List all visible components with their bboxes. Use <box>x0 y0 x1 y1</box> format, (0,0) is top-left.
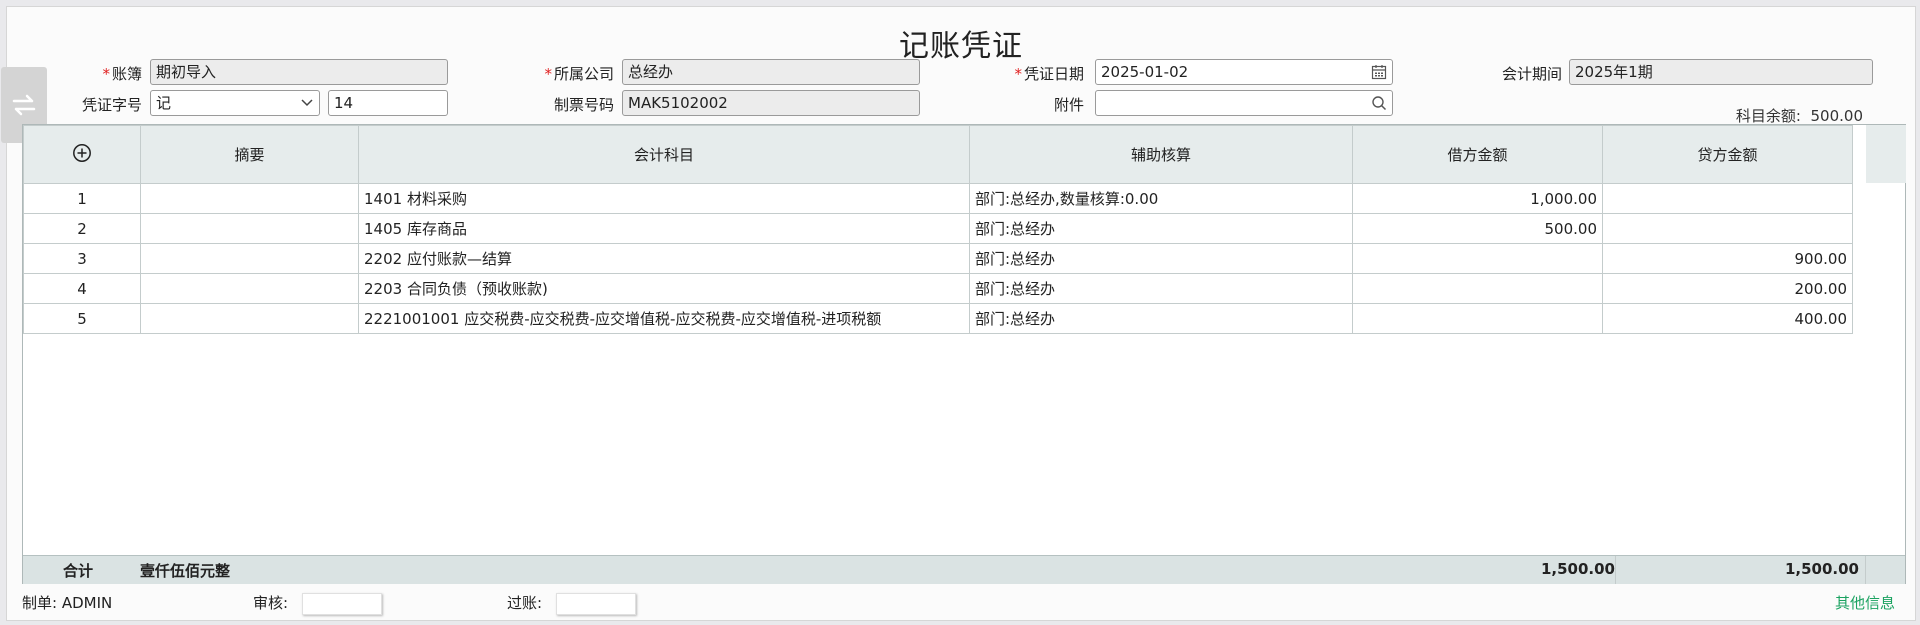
required-mark: * <box>1014 65 1022 83</box>
company-field[interactable]: 总经办 <box>622 59 920 85</box>
credit-cell[interactable] <box>1602 213 1853 244</box>
company-label: * 所属公司 <box>544 65 614 83</box>
period-field[interactable]: 2025年1期 <box>1569 59 1873 85</box>
table-row[interactable]: 2 1405 库存商品 部门:总经办 500.00 <box>23 213 1853 244</box>
balance-label: 科目余额: <box>1735 107 1801 125</box>
col-aux-header[interactable]: 辅助核算 <box>969 125 1353 184</box>
row-number: 4 <box>23 273 141 304</box>
summary-cell[interactable] <box>140 183 359 214</box>
aux-cell[interactable]: 部门:总经办 <box>969 243 1353 274</box>
attachment-field[interactable] <box>1095 90 1393 116</box>
calendar-icon[interactable] <box>1371 64 1387 80</box>
voucher-page: 记账凭证 * 账簿 期初导入 * 所属公司 总经办 * 凭证日期 2025-01-02… <box>1 6 1916 621</box>
total-label: 合计 <box>63 562 94 580</box>
debit-cell[interactable]: 1,000.00 <box>1352 183 1603 214</box>
summary-cell[interactable] <box>140 273 359 304</box>
account-cell[interactable]: 2221001001 应交税费-应交税费-应交增值税-应交税费-应交增值税-进项… <box>358 303 970 334</box>
ticket-label: 制票号码 <box>553 96 614 114</box>
debit-cell[interactable] <box>1352 303 1603 334</box>
row-number: 5 <box>23 303 141 334</box>
table-row[interactable]: 5 2221001001 应交税费-应交税费-应交增值税-应交税费-应交增值税-… <box>23 303 1853 334</box>
credit-cell[interactable] <box>1602 183 1853 214</box>
row-number: 3 <box>23 243 141 274</box>
credit-cell[interactable]: 400.00 <box>1602 303 1853 334</box>
row-number: 1 <box>23 183 141 214</box>
total-row: 合计 壹仟伍佰元整 1,500.00 1,500.00 <box>23 555 1905 584</box>
total-amount-words: 壹仟伍佰元整 <box>140 562 231 580</box>
account-cell[interactable]: 2203 合同负债（预收账款) <box>358 273 970 304</box>
aux-cell[interactable]: 部门:总经办 <box>969 303 1353 334</box>
debit-cell[interactable]: 500.00 <box>1352 213 1603 244</box>
maker-label: 制单: <box>22 594 58 612</box>
date-label: * 凭证日期 <box>1014 65 1084 83</box>
col-credit-header[interactable]: 贷方金额 <box>1602 125 1853 184</box>
debit-cell[interactable] <box>1352 243 1603 274</box>
voucher-type-select[interactable]: 记 <box>150 90 320 116</box>
required-mark: * <box>102 65 110 83</box>
debit-cell[interactable] <box>1352 273 1603 304</box>
voucher-grid: 摘要 会计科目 辅助核算 借方金额 贷方金额 1 1401 材料采购 部门:总经… <box>22 124 1906 584</box>
table-row[interactable]: 1 1401 材料采购 部门:总经办,数量核算:0.00 1,000.00 <box>23 183 1853 214</box>
chevron-down-icon <box>301 99 313 107</box>
audit-label: 审核: <box>253 594 289 612</box>
total-debit: 1,500.00 <box>1540 560 1615 578</box>
credit-cell[interactable]: 200.00 <box>1602 273 1853 304</box>
total-credit: 1,500.00 <box>1784 560 1859 578</box>
add-row-icon[interactable] <box>72 143 92 163</box>
post-label: 过账: <box>507 594 543 612</box>
row-number: 2 <box>23 213 141 244</box>
table-row[interactable]: 3 2202 应付账款—结算 部门:总经办 900.00 <box>23 243 1853 274</box>
balance-value: 500.00 <box>1810 107 1864 125</box>
col-summary-header[interactable]: 摘要 <box>140 125 359 184</box>
swap-icon <box>12 94 36 116</box>
account-cell[interactable]: 1401 材料采购 <box>358 183 970 214</box>
entry-table: 摘要 会计科目 辅助核算 借方金额 贷方金额 1 1401 材料采购 部门:总经… <box>23 125 1853 334</box>
aux-cell[interactable]: 部门:总经办 <box>969 273 1353 304</box>
date-field[interactable]: 2025-01-02 <box>1095 59 1393 85</box>
table-row[interactable]: 4 2203 合同负债（预收账款) 部门:总经办 200.00 <box>23 273 1853 304</box>
summary-cell[interactable] <box>140 213 359 244</box>
total-divider <box>1865 556 1866 584</box>
summary-cell[interactable] <box>140 243 359 274</box>
credit-cell[interactable]: 900.00 <box>1602 243 1853 274</box>
voucher-type-value: 记 <box>156 94 172 112</box>
col-debit-header[interactable]: 借方金额 <box>1352 125 1603 184</box>
aux-cell[interactable]: 部门:总经办,数量核算:0.00 <box>969 183 1353 214</box>
ticket-field[interactable]: MAK5102002 <box>622 90 920 116</box>
aux-cell[interactable]: 部门:总经办 <box>969 213 1353 244</box>
search-icon[interactable] <box>1371 95 1387 111</box>
maker-value: ADMIN <box>61 594 113 612</box>
voucher-number-field[interactable]: 14 <box>328 90 448 116</box>
required-mark: * <box>544 65 552 83</box>
summary-cell[interactable] <box>140 303 359 334</box>
voucher-type-label: 凭证字号 <box>81 96 142 114</box>
date-value: 2025-01-02 <box>1101 63 1189 81</box>
add-row-header <box>23 125 141 184</box>
ledger-field[interactable]: 期初导入 <box>150 59 448 85</box>
attachment-label: 附件 <box>1053 96 1084 114</box>
account-cell[interactable]: 1405 库存商品 <box>358 213 970 244</box>
post-field[interactable] <box>556 593 636 615</box>
total-divider <box>1615 556 1616 584</box>
maker-info: 制单: ADMIN <box>22 592 112 613</box>
col-account-header[interactable]: 会计科目 <box>358 125 970 184</box>
ledger-label: * 账簿 <box>102 65 142 83</box>
period-label: 会计期间 <box>1501 65 1562 83</box>
header-filler <box>1866 125 1906 183</box>
audit-field[interactable] <box>302 593 382 615</box>
account-balance: 科目余额: 500.00 <box>1736 105 1863 126</box>
other-info-link[interactable]: 其他信息 <box>1835 592 1895 613</box>
table-header-row: 摘要 会计科目 辅助核算 借方金额 贷方金额 <box>23 125 1853 184</box>
account-cell[interactable]: 2202 应付账款—结算 <box>358 243 970 274</box>
